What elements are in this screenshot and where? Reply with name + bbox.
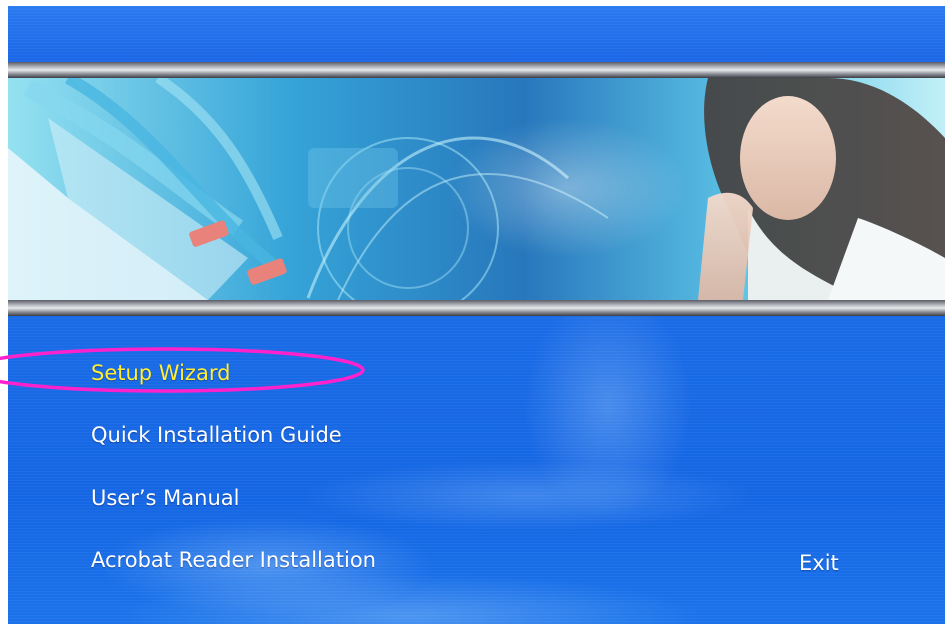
exit-button[interactable]: Exit bbox=[799, 551, 839, 575]
installer-window: Setup Wizard Quick Installation Guide Us… bbox=[8, 6, 945, 624]
menu-item-setup-wizard[interactable]: Setup Wizard bbox=[91, 361, 230, 385]
menu-item-acrobat-reader-installation[interactable]: Acrobat Reader Installation bbox=[91, 548, 376, 572]
menu-item-quick-installation-guide[interactable]: Quick Installation Guide bbox=[91, 423, 342, 447]
menu-panel: Setup Wizard Quick Installation Guide Us… bbox=[8, 316, 945, 624]
chrome-divider-top bbox=[8, 62, 945, 78]
header-banner-image bbox=[8, 78, 945, 300]
menu-item-users-manual[interactable]: User’s Manual bbox=[91, 486, 239, 510]
chrome-divider-bottom bbox=[8, 300, 945, 316]
top-band bbox=[8, 6, 945, 62]
